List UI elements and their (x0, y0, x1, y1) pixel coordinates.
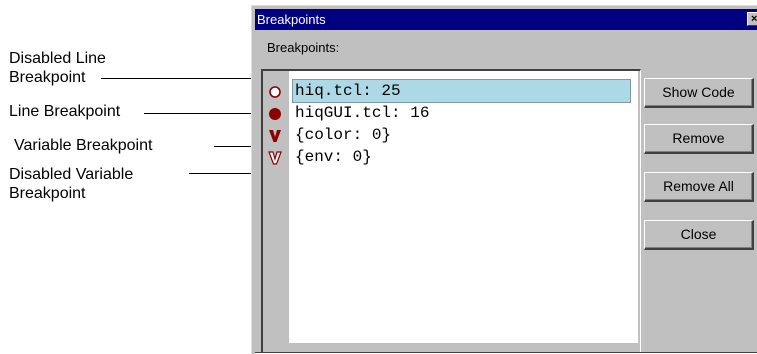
variable-breakpoint-icon[interactable] (268, 129, 282, 143)
close-button[interactable]: Close (644, 220, 754, 250)
window-title: Breakpoints (257, 12, 326, 27)
annotation-line-breakpoint: Line Breakpoint (9, 103, 121, 120)
breakpoint-row-text[interactable]: hiqGUI.tcl: 16 (295, 102, 429, 124)
remove-all-button[interactable]: Remove All (644, 172, 754, 202)
leader-line-disabled-line (101, 78, 269, 79)
breakpoints-window: Breakpoints × Breakpoints: hiq.tcl: 25 h… (251, 5, 757, 354)
annotation-disabled-variable-breakpoint-1: Disabled Variable (9, 166, 134, 183)
breakpoints-listbox[interactable]: hiq.tcl: 25 hiqGUI.tcl: 16 {color: 0} {e… (289, 71, 638, 343)
breakpoint-row-text[interactable]: hiq.tcl: 25 (292, 79, 631, 103)
remove-button[interactable]: Remove (644, 124, 754, 154)
breakpoint-row-text[interactable]: {color: 0} (295, 124, 391, 146)
annotation-disabled-line-breakpoint-1: Disabled Line (9, 50, 106, 67)
line-breakpoint-icon[interactable] (268, 107, 282, 121)
annotation-disabled-variable-breakpoint-2: Breakpoint (9, 185, 86, 202)
annotation-disabled-line-breakpoint-2: Breakpoint (9, 69, 86, 86)
disabled-line-breakpoint-icon[interactable] (268, 85, 282, 99)
leader-line-line (144, 113, 267, 114)
breakpoint-row-text[interactable]: {env: 0} (295, 146, 372, 168)
disabled-variable-breakpoint-icon[interactable] (268, 151, 282, 165)
show-code-button[interactable]: Show Code (644, 78, 754, 108)
close-window-button[interactable]: × (747, 12, 757, 26)
breakpoint-row[interactable]: {env: 0} (289, 146, 638, 168)
window-titlebar[interactable]: Breakpoints × (255, 9, 757, 30)
breakpoint-row[interactable]: hiqGUI.tcl: 16 (289, 102, 638, 124)
breakpoint-row-selected[interactable]: hiq.tcl: 25 (289, 79, 638, 103)
breakpoint-row[interactable]: {color: 0} (289, 124, 638, 146)
annotation-variable-breakpoint: Variable Breakpoint (14, 137, 153, 154)
close-icon: × (751, 13, 757, 25)
breakpoints-group-label: Breakpoints: (267, 40, 340, 55)
